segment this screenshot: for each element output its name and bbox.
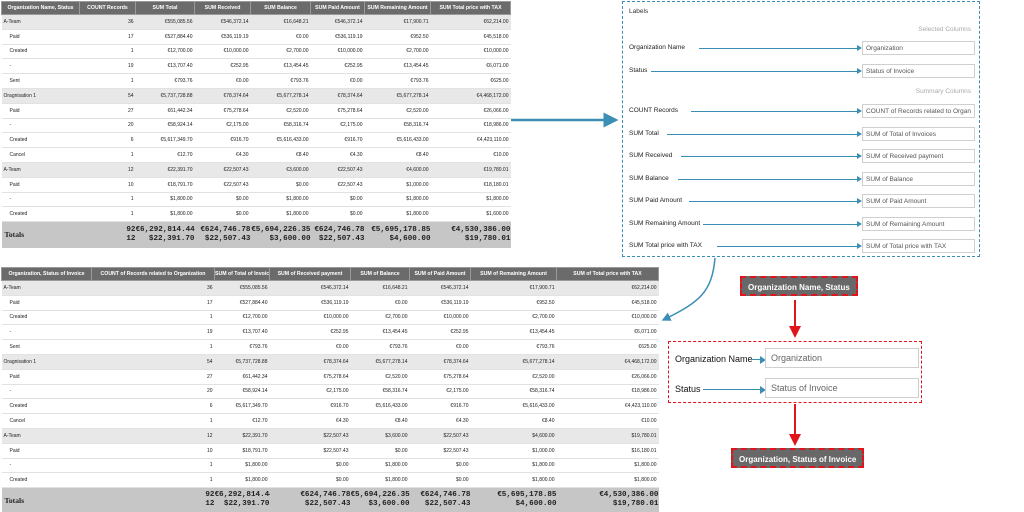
connector-arrows — [511, 112, 801, 446]
curved-arrow-icon — [661, 257, 716, 321]
